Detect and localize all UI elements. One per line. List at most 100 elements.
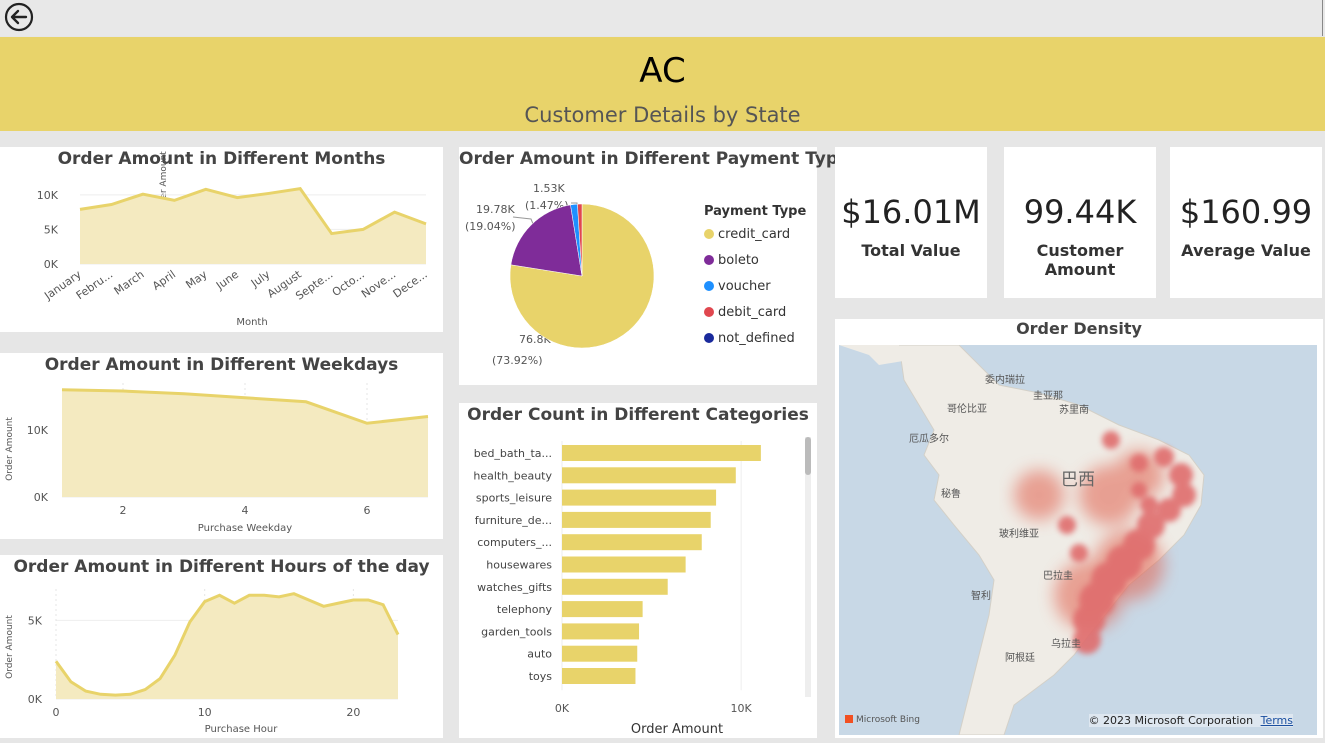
legend-marker <box>704 255 714 265</box>
category-label: telephony <box>497 603 553 616</box>
category-label: watches_gifts <box>477 581 552 594</box>
credit-card-pct-label: (73.92%) <box>492 354 543 367</box>
x-tick-label: 10K <box>731 702 753 715</box>
x-tick-label: 6 <box>364 504 371 517</box>
map-label-bolivia: 玻利维亚 <box>999 527 1039 540</box>
legend-label: credit_card <box>718 227 791 242</box>
customer-amount-label: Customer Amount <box>1036 241 1124 279</box>
x-tick-label: May <box>183 268 209 292</box>
x-tick-label: Dece... <box>391 268 430 301</box>
category-label: bed_bath_ta... <box>474 447 552 460</box>
months-x-label: Month <box>236 317 267 328</box>
legend-item-voucher[interactable]: voucher <box>704 279 771 294</box>
total-value-number: $16.01M <box>841 193 981 231</box>
x-tick-label: 0 <box>53 706 60 719</box>
legend-item-not-defined[interactable]: not_defined <box>704 331 795 346</box>
boleto-pct-label: (19.04%) <box>465 220 516 233</box>
legend-item-debit-card[interactable]: debit_card <box>704 305 786 320</box>
x-tick-label: March <box>112 268 147 298</box>
x-tick-label: April <box>150 268 178 293</box>
top-bar <box>0 0 1325 36</box>
map-label-paraguay: 巴拉圭 <box>1043 569 1073 582</box>
divider <box>1322 0 1323 36</box>
legend-item-credit-card[interactable]: credit_card <box>704 227 790 242</box>
hours-chart: Order Amount Purchase Hour 0K 5K 0 10 20 <box>5 589 400 735</box>
y-tick-label: 5K <box>28 614 43 627</box>
bar <box>562 534 702 551</box>
report-header: AC Customer Details by State <box>0 37 1325 131</box>
weekdays-x-label: Purchase Weekday <box>198 523 292 534</box>
hours-chart-card[interactable]: Order Amount in Different Hours of the d… <box>0 555 443 738</box>
x-tick-label: Febru... <box>74 268 115 302</box>
map-label-chile: 智利 <box>971 589 991 602</box>
map-label-suriname: 苏里南 <box>1059 403 1089 416</box>
months-chart: Order Amount Month 0K5K10KJanuaryFebru..… <box>37 151 430 328</box>
order-density-map[interactable]: 委内瑞拉 圭亚那 苏里南 哥伦比亚 厄瓜多尔 巴西 秘鲁 玻利维亚 巴拉圭 智利… <box>839 345 1317 735</box>
map-label-venezuela: 委内瑞拉 <box>985 373 1025 386</box>
average-value-label: Average Value <box>1181 241 1311 260</box>
bar <box>562 445 761 461</box>
category-label: toys <box>529 670 553 683</box>
bar <box>562 578 668 595</box>
microsoft-logo-icon <box>845 715 853 723</box>
y-tick-label: 10K <box>27 424 49 437</box>
map-label-peru: 秘鲁 <box>941 487 961 500</box>
page-title: AC <box>639 51 686 91</box>
categories-chart-card[interactable]: Order Count in Different Categories Orde… <box>459 403 817 738</box>
bar <box>562 511 711 528</box>
legend-marker <box>704 307 714 317</box>
page-subtitle: Customer Details by State <box>524 103 801 127</box>
terms-link[interactable]: Terms <box>1261 714 1293 727</box>
y-tick-label: 0K <box>34 491 49 504</box>
bar <box>562 601 643 618</box>
copyright-text: © 2023 Microsoft Corporation <box>1088 714 1254 727</box>
x-tick-label: 2 <box>120 504 127 517</box>
kpi-average-value[interactable]: $160.99 Average Value <box>1170 147 1322 298</box>
category-label: health_beauty <box>473 469 552 482</box>
legend-item-boleto[interactable]: boleto <box>704 253 759 268</box>
categories-scrollbar[interactable] <box>805 437 811 697</box>
legend-label: debit_card <box>718 305 787 320</box>
payment-legend-title: Payment Type <box>704 204 807 219</box>
kpi-customer-amount[interactable]: 99.44K Customer Amount <box>1004 147 1156 298</box>
scrollbar-thumb[interactable] <box>805 437 811 475</box>
bar <box>562 668 636 684</box>
order-density-card[interactable]: Order Density 委内瑞拉 圭亚那 苏里南 哥伦比亚 厄瓜多尔 巴西 … <box>835 319 1323 738</box>
bar <box>562 556 686 573</box>
x-tick-label: 0K <box>555 702 570 715</box>
y-tick-label: 5K <box>44 223 59 236</box>
legend-label: voucher <box>718 279 771 294</box>
legend-label: boleto <box>718 253 759 268</box>
category-label: garden_tools <box>481 625 552 638</box>
south-america-land <box>898 345 1205 735</box>
weekdays-y-label: Order Amount <box>5 417 15 481</box>
bar <box>562 489 717 506</box>
voucher-data-label: 1.53K <box>533 182 565 195</box>
map-label-brazil: 巴西 <box>1061 470 1095 490</box>
customer-amount-number: 99.44K <box>1023 193 1137 231</box>
map-copyright: © 2023 Microsoft Corporation Terms <box>1088 714 1293 727</box>
legend-label: not_defined <box>718 331 795 346</box>
kpi-total-value[interactable]: $16.01M Total Value <box>835 147 987 298</box>
category-label: housewares <box>486 559 552 572</box>
category-label: auto <box>527 648 552 661</box>
back-arrow-icon[interactable] <box>4 2 34 32</box>
pie-slice-boleto <box>510 204 583 277</box>
weekdays-chart: Order Amount Purchase Weekday 0K 10K 2 4 6 <box>5 383 429 534</box>
map-title: Order Density <box>1016 319 1142 338</box>
hours-x-label: Purchase Hour <box>205 724 279 735</box>
y-tick-label: 10K <box>37 189 59 202</box>
x-tick-label: Nove... <box>359 268 398 301</box>
categories-x-label: Order Amount <box>631 722 723 737</box>
weekdays-chart-card[interactable]: Order Amount in Different Weekdays Order… <box>0 353 443 539</box>
bar <box>562 467 736 484</box>
months-chart-card[interactable]: Order Amount in Different Months Order A… <box>0 147 443 332</box>
category-label: sports_leisure <box>476 492 552 505</box>
map-label-argentina: 阿根廷 <box>1005 651 1035 664</box>
boleto-data-label: 19.78K <box>476 203 515 216</box>
total-value-label: Total Value <box>861 241 961 260</box>
categories-bar-chart: Order Amount 0K 10K bed_bath_ta... health_b… <box>473 441 761 737</box>
area-fill <box>56 593 398 699</box>
hours-y-label: Order Amount <box>5 615 15 679</box>
payment-chart-card[interactable]: Order Amount in Different Payment Type 7… <box>459 147 850 385</box>
